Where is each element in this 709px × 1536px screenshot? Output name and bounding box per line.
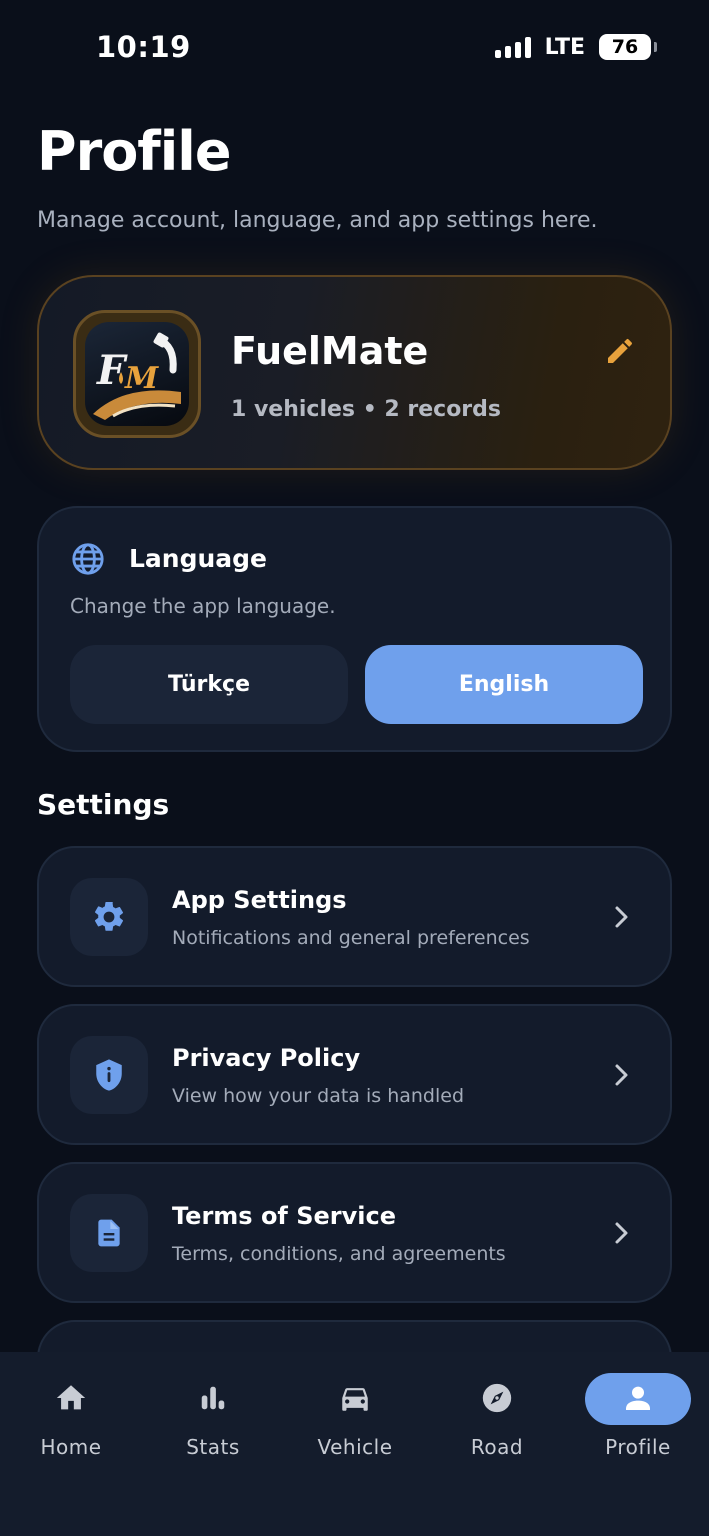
chevron-right-icon bbox=[612, 904, 632, 930]
status-time: 10:19 bbox=[96, 30, 191, 64]
bottom-navigation: Home Stats Vehicle Road Profile bbox=[0, 1352, 709, 1536]
privacy-policy-description: View how your data is handled bbox=[172, 1085, 465, 1107]
app-settings-description: Notifications and general preferences bbox=[172, 927, 530, 949]
nav-vehicle-label: Vehicle bbox=[317, 1435, 393, 1459]
signal-icon bbox=[494, 36, 531, 58]
language-card: Language Change the app language. Türkçe… bbox=[37, 506, 672, 752]
chevron-right-icon bbox=[612, 1220, 632, 1246]
settings-section-title: Settings bbox=[37, 788, 170, 821]
terms-of-service-title: Terms of Service bbox=[172, 1202, 397, 1230]
app-settings-title: App Settings bbox=[172, 886, 347, 914]
car-icon bbox=[337, 1380, 373, 1416]
svg-text:F: F bbox=[96, 347, 128, 394]
nav-home[interactable]: Home bbox=[0, 1352, 142, 1472]
nav-road[interactable]: Road bbox=[426, 1352, 568, 1472]
privacy-policy-row[interactable]: Privacy Policy View how your data is han… bbox=[37, 1004, 672, 1145]
stats-icon bbox=[195, 1380, 231, 1416]
terms-of-service-row[interactable]: Terms of Service Terms, conditions, and … bbox=[37, 1162, 672, 1303]
nav-home-label: Home bbox=[40, 1435, 102, 1459]
network-label: LTE bbox=[544, 34, 585, 60]
svg-text:M: M bbox=[124, 361, 159, 396]
page-title: Profile bbox=[37, 120, 231, 183]
shield-icon bbox=[70, 1036, 148, 1114]
gear-icon bbox=[70, 878, 148, 956]
nav-stats[interactable]: Stats bbox=[142, 1352, 284, 1472]
globe-icon bbox=[71, 542, 105, 576]
nav-vehicle[interactable]: Vehicle bbox=[284, 1352, 426, 1472]
status-indicators: LTE 76 bbox=[494, 34, 657, 60]
profile-meta: 1 vehicles • 2 records bbox=[231, 397, 501, 422]
nav-stats-label: Stats bbox=[186, 1435, 240, 1459]
terms-of-service-description: Terms, conditions, and agreements bbox=[172, 1243, 506, 1265]
battery-level: 76 bbox=[611, 36, 639, 58]
home-icon bbox=[53, 1380, 89, 1416]
app-logo-image: F M bbox=[85, 322, 189, 426]
language-description: Change the app language. bbox=[70, 594, 336, 618]
status-bar: 10:19 LTE 76 bbox=[0, 0, 709, 96]
privacy-policy-title: Privacy Policy bbox=[172, 1044, 361, 1072]
battery-icon: 76 bbox=[599, 34, 657, 60]
profile-name: FuelMate bbox=[231, 329, 429, 373]
page-subtitle: Manage account, language, and app settin… bbox=[37, 208, 598, 233]
nav-profile[interactable]: Profile bbox=[567, 1352, 709, 1472]
document-icon bbox=[70, 1194, 148, 1272]
chevron-right-icon bbox=[612, 1062, 632, 1088]
person-icon bbox=[620, 1380, 656, 1416]
nav-profile-label: Profile bbox=[605, 1435, 671, 1459]
edit-pencil-icon[interactable] bbox=[604, 335, 636, 367]
compass-icon bbox=[479, 1380, 515, 1416]
language-title: Language bbox=[129, 544, 268, 573]
app-logo: F M bbox=[73, 310, 201, 438]
app-settings-row[interactable]: App Settings Notifications and general p… bbox=[37, 846, 672, 987]
nav-road-label: Road bbox=[470, 1435, 524, 1459]
language-option-turkish[interactable]: Türkçe bbox=[70, 645, 348, 724]
profile-card: F M FuelMate 1 vehicles • 2 records bbox=[37, 275, 672, 470]
language-option-english[interactable]: English bbox=[365, 645, 643, 724]
